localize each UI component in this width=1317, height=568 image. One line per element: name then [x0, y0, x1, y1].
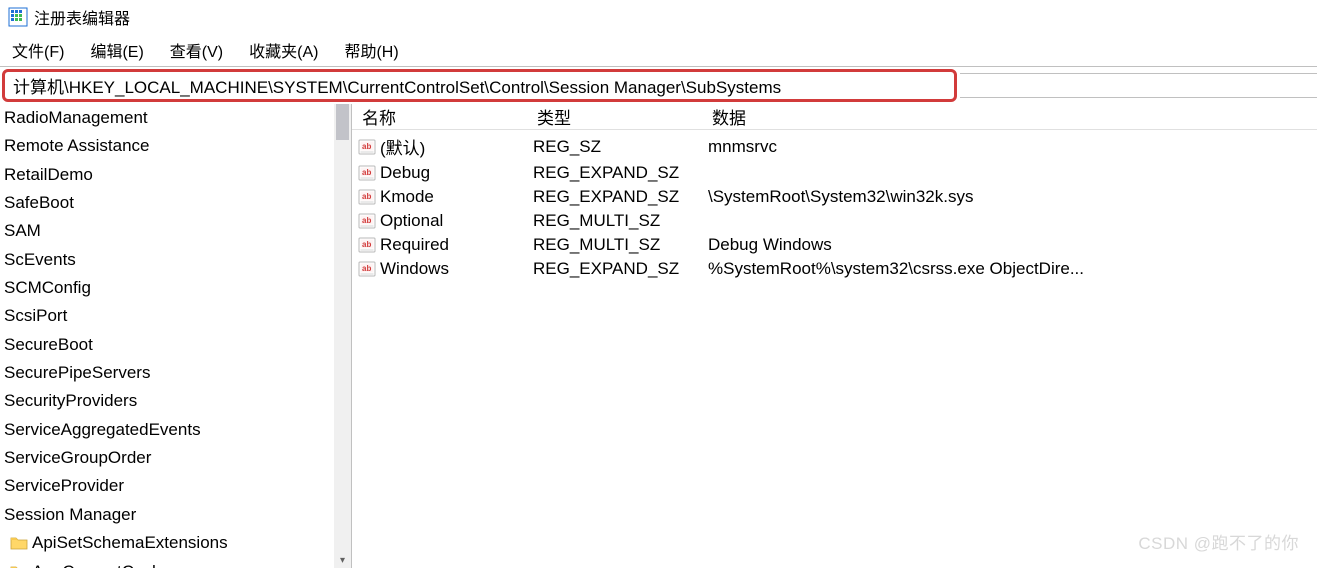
- address-bar[interactable]: 计算机\HKEY_LOCAL_MACHINE\SYSTEM\CurrentCon…: [2, 69, 957, 102]
- value-data: mnmsrvc: [708, 137, 1317, 157]
- value-type: REG_EXPAND_SZ: [533, 187, 708, 207]
- value-name: Windows: [380, 259, 449, 279]
- value-name: Required: [380, 235, 449, 255]
- tree-item[interactable]: ServiceAggregatedEvents: [4, 416, 351, 444]
- tree-item[interactable]: SAM: [4, 217, 351, 245]
- string-value-icon: ab: [358, 138, 376, 156]
- svg-text:ab: ab: [362, 264, 371, 273]
- title-bar: 注册表编辑器: [0, 0, 1317, 34]
- string-value-icon: ab: [358, 188, 376, 206]
- list-row[interactable]: ab Windows REG_EXPAND_SZ%SystemRoot%\syste…: [352, 257, 1317, 281]
- tree-item[interactable]: ServiceGroupOrder: [4, 444, 351, 472]
- tree-item-label: SecureBoot: [4, 332, 93, 358]
- menu-view[interactable]: 查看(V): [164, 36, 229, 64]
- value-data: %SystemRoot%\system32\csrss.exe ObjectDi…: [708, 259, 1317, 279]
- list-panel: 名称 类型 数据 ab (默认) REG_SZmnmsrvc ab Debug REG_E…: [352, 104, 1317, 568]
- address-path: 计算机\HKEY_LOCAL_MACHINE\SYSTEM\CurrentCon…: [13, 73, 781, 98]
- tree-item-label: ServiceProvider: [4, 473, 124, 499]
- column-name[interactable]: 名称: [358, 104, 533, 129]
- value-type: REG_MULTI_SZ: [533, 235, 708, 255]
- tree-item[interactable]: SecurePipeServers: [4, 359, 351, 387]
- tree-item[interactable]: ScsiPort: [4, 302, 351, 330]
- address-bar-container: 计算机\HKEY_LOCAL_MACHINE\SYSTEM\CurrentCon…: [0, 66, 1317, 104]
- menu-bar: 文件(F) 编辑(E) 查看(V) 收藏夹(A) 帮助(H): [0, 34, 1317, 66]
- tree-item-label: SafeBoot: [4, 190, 74, 216]
- tree-item-label: ScEvents: [4, 247, 76, 273]
- app-icon: [8, 7, 28, 27]
- window-title: 注册表编辑器: [34, 5, 130, 29]
- value-name: Kmode: [380, 187, 434, 207]
- scrollbar-arrow-down-icon[interactable]: ▾: [334, 555, 351, 566]
- svg-text:ab: ab: [362, 216, 371, 225]
- tree-item[interactable]: SafeBoot: [4, 189, 351, 217]
- value-type: REG_EXPAND_SZ: [533, 259, 708, 279]
- value-name: (默认): [380, 134, 425, 159]
- svg-text:ab: ab: [362, 142, 371, 151]
- value-type: REG_EXPAND_SZ: [533, 163, 708, 183]
- tree-item[interactable]: ServiceProvider: [4, 472, 351, 500]
- tree-item[interactable]: SecurityProviders: [4, 387, 351, 415]
- folder-icon: [10, 535, 28, 551]
- tree-item[interactable]: RetailDemo: [4, 161, 351, 189]
- tree-scrollbar[interactable]: ▾: [334, 104, 351, 568]
- address-bar-border: [960, 73, 1317, 98]
- svg-text:ab: ab: [362, 240, 371, 249]
- menu-file[interactable]: 文件(F): [6, 36, 70, 64]
- tree-item-label: RadioManagement: [4, 105, 148, 131]
- tree-item[interactable]: SecureBoot: [4, 331, 351, 359]
- tree-item-label: Session Manager: [4, 502, 136, 528]
- string-value-icon: ab: [358, 260, 376, 278]
- svg-text:ab: ab: [362, 168, 371, 177]
- tree-item-label: ServiceGroupOrder: [4, 445, 151, 471]
- tree-item-label: SecurePipeServers: [4, 360, 150, 386]
- tree-item[interactable]: SCMConfig: [4, 274, 351, 302]
- tree-item-label: SCMConfig: [4, 275, 91, 301]
- menu-fav[interactable]: 收藏夹(A): [243, 36, 324, 64]
- string-value-icon: ab: [358, 164, 376, 182]
- tree-item-label: ApiSetSchemaExtensions: [32, 530, 228, 556]
- list-header: 名称 类型 数据: [352, 104, 1317, 130]
- tree-item[interactable]: ScEvents: [4, 246, 351, 274]
- value-type: REG_MULTI_SZ: [533, 211, 708, 231]
- value-data: Debug Windows: [708, 235, 1317, 255]
- list-body[interactable]: ab(默认)REG_SZmnmsrvcabDebugREG_EXPAND_SZa…: [352, 130, 1317, 281]
- value-name: Debug: [380, 163, 430, 183]
- main-split: RadioManagementRemote Assistance RetailDe…: [0, 104, 1317, 568]
- tree-item[interactable]: ApiSetSchemaExtensions: [4, 529, 351, 557]
- scrollbar-thumb[interactable]: [336, 104, 349, 140]
- tree-panel: RadioManagementRemote Assistance RetailDe…: [0, 104, 352, 568]
- value-type: REG_SZ: [533, 137, 708, 157]
- tree-item[interactable]: Remote Assistance: [4, 132, 351, 160]
- tree-item-label: RetailDemo: [4, 162, 93, 188]
- tree-item-label: AppCompatCache: [32, 559, 171, 568]
- list-row[interactable]: ab (默认) REG_SZmnmsrvc: [352, 132, 1317, 161]
- menu-edit[interactable]: 编辑(E): [84, 36, 149, 64]
- column-type[interactable]: 类型: [533, 104, 708, 129]
- tree-item-label: ServiceAggregatedEvents: [4, 417, 201, 443]
- tree-item-label: ScsiPort: [4, 303, 67, 329]
- list-row[interactable]: ab Required REG_MULTI_SZDebug Windows: [352, 233, 1317, 257]
- tree-item[interactable]: Session Manager: [4, 501, 351, 529]
- tree-list[interactable]: RadioManagementRemote Assistance RetailDe…: [0, 104, 351, 568]
- menu-help[interactable]: 帮助(H): [338, 36, 404, 64]
- tree-item-label: Remote Assistance: [4, 133, 150, 159]
- tree-item[interactable]: AppCompatCache: [4, 558, 351, 568]
- list-row[interactable]: ab Debug REG_EXPAND_SZ: [352, 161, 1317, 185]
- list-row[interactable]: ab Optional REG_MULTI_SZ: [352, 209, 1317, 233]
- list-row[interactable]: ab Kmode REG_EXPAND_SZ\SystemRoot\System32…: [352, 185, 1317, 209]
- tree-item[interactable]: RadioManagement: [4, 104, 351, 132]
- column-data[interactable]: 数据: [708, 104, 1317, 129]
- folder-icon: [10, 564, 28, 568]
- tree-item-label: SecurityProviders: [4, 388, 137, 414]
- value-name: Optional: [380, 211, 443, 231]
- svg-text:ab: ab: [362, 192, 371, 201]
- tree-item-label: SAM: [4, 218, 41, 244]
- value-data: \SystemRoot\System32\win32k.sys: [708, 187, 1317, 207]
- string-value-icon: ab: [358, 212, 376, 230]
- string-value-icon: ab: [358, 236, 376, 254]
